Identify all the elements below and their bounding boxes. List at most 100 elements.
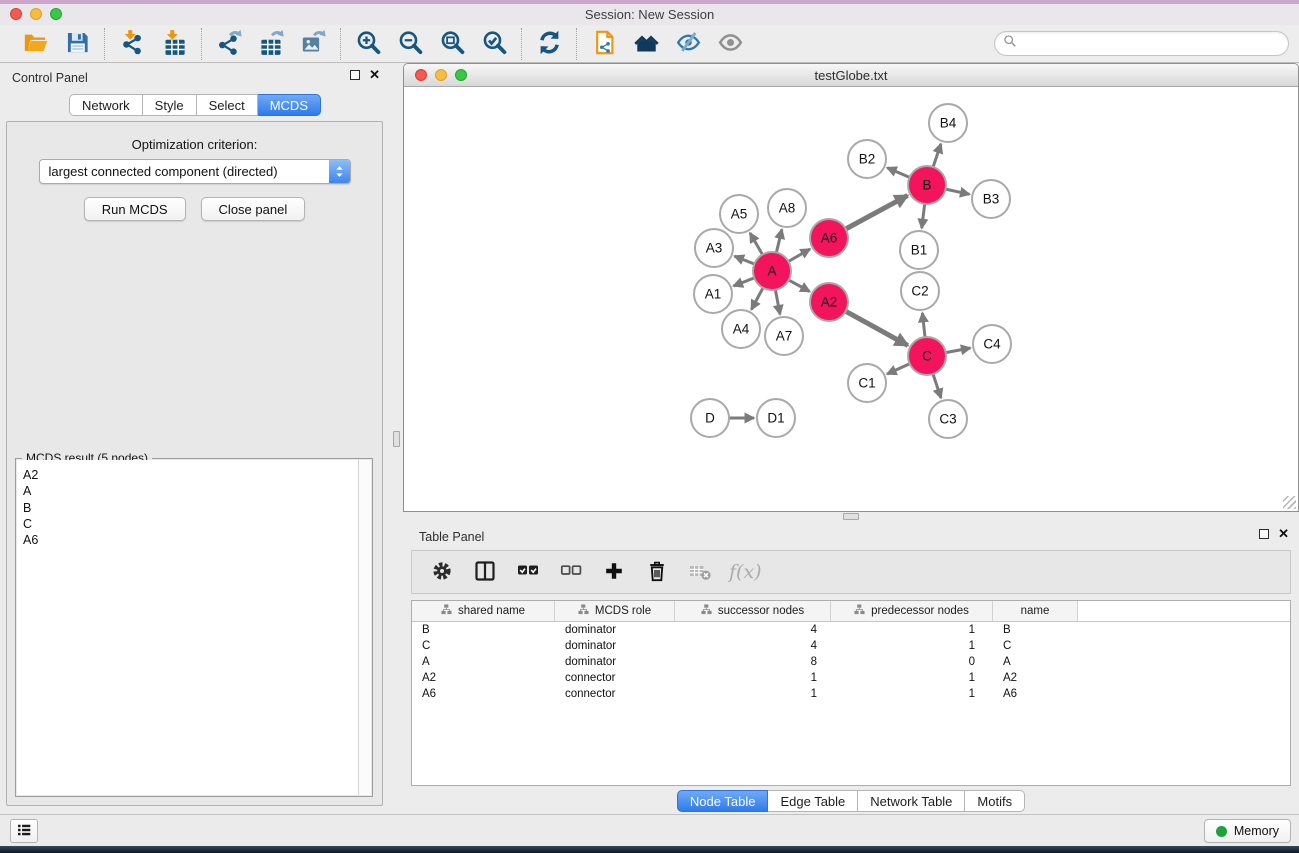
table-tab-network-table[interactable]: Network Table (858, 790, 965, 812)
zoom-in-button[interactable] (351, 27, 385, 61)
network-graph[interactable]: AA1A2A3A4A5A6A7A8BB1B2B3B4CC1C2C3C4DD1 (404, 87, 1298, 512)
delete-row-button[interactable] (643, 558, 671, 586)
vertical-split-handle[interactable] (393, 431, 400, 447)
graph-node-C3[interactable]: C3 (929, 400, 967, 438)
graph-edge-C-C3[interactable] (933, 374, 941, 398)
close-table-panel-icon[interactable]: ✕ (1278, 529, 1289, 539)
graph-node-A7[interactable]: A7 (765, 317, 803, 355)
eye-button[interactable] (713, 27, 747, 61)
table-tab-node-table[interactable]: Node Table (677, 790, 769, 812)
graph-node-B4[interactable]: B4 (929, 104, 967, 142)
graph-node-A5[interactable]: A5 (720, 195, 758, 233)
graph-edge-B-B3[interactable] (946, 189, 970, 194)
split-view-button[interactable] (471, 558, 499, 586)
float-panel-icon[interactable] (350, 70, 360, 80)
horizontal-split-divider[interactable] (403, 512, 1299, 522)
graph-edge-B-B4[interactable] (933, 144, 941, 167)
gear-button[interactable] (428, 558, 456, 586)
eye-slash-button[interactable] (671, 27, 705, 61)
tab-select[interactable]: Select (197, 94, 258, 116)
graph-edge-A-A3[interactable] (735, 256, 755, 264)
tab-network[interactable]: Network (69, 94, 143, 116)
export-network-button[interactable] (212, 27, 246, 61)
graph-node-A[interactable]: A (753, 252, 791, 290)
tab-mcds[interactable]: MCDS (258, 94, 321, 116)
column-header-predecessor-nodes[interactable]: predecessor nodes (831, 601, 993, 621)
task-history-button[interactable] (10, 819, 38, 843)
graph-node-D1[interactable]: D1 (757, 399, 795, 437)
select-all-button[interactable] (514, 558, 542, 586)
search-field[interactable] (994, 31, 1289, 56)
result-scrollbar[interactable] (358, 460, 371, 795)
network-canvas[interactable]: AA1A2A3A4A5A6A7A8BB1B2B3B4CC1C2C3C4DD1 (404, 87, 1298, 511)
graph-node-D[interactable]: D (691, 399, 729, 437)
open-session-button[interactable] (18, 27, 52, 61)
export-image-button[interactable] (296, 27, 330, 61)
search-input[interactable] (1022, 36, 1280, 51)
graph-node-A8[interactable]: A8 (768, 189, 806, 227)
mcds-result-item[interactable]: B (23, 500, 358, 516)
graph-edge-A-A8[interactable] (776, 229, 782, 252)
column-header-successor-nodes[interactable]: successor nodes (675, 601, 831, 621)
horizontal-split-handle[interactable] (843, 513, 859, 520)
deselect-all-button[interactable] (557, 558, 585, 586)
table-tab-edge-table[interactable]: Edge Table (768, 790, 858, 812)
graph-edge-A-A2[interactable] (789, 280, 810, 291)
graph-node-A4[interactable]: A4 (722, 310, 760, 348)
mcds-result-item[interactable]: C (23, 516, 358, 532)
table-row[interactable]: A2connector11A2 (412, 670, 1290, 686)
import-network-button[interactable] (115, 27, 149, 61)
close-panel-button[interactable]: Close panel (201, 197, 306, 221)
column-header-name[interactable]: name (993, 601, 1078, 621)
graph-edge-A-A6[interactable] (788, 249, 810, 262)
graph-edge-C-C1[interactable] (887, 364, 910, 374)
table-row[interactable]: Cdominator41C (412, 638, 1290, 654)
tab-style[interactable]: Style (143, 94, 197, 116)
graph-node-A2[interactable]: A2 (810, 283, 848, 321)
float-table-panel-icon[interactable] (1259, 529, 1269, 539)
optimization-criterion-select[interactable]: largest connected component (directed) (39, 159, 351, 184)
import-table-button[interactable] (157, 27, 191, 61)
zoom-out-button[interactable] (393, 27, 427, 61)
graph-edge-A-A7[interactable] (775, 290, 780, 315)
graph-node-C[interactable]: C (908, 337, 946, 375)
graph-node-B2[interactable]: B2 (848, 140, 886, 178)
graph-node-A1[interactable]: A1 (694, 275, 732, 313)
close-panel-icon[interactable]: ✕ (369, 70, 380, 80)
graph-edge-C-C4[interactable] (946, 348, 971, 353)
graph-edge-A-A5[interactable] (750, 233, 763, 255)
column-header-mcds-role[interactable]: MCDS role (555, 601, 675, 621)
graph-node-B[interactable]: B (908, 166, 946, 204)
vertical-split-divider[interactable] (390, 63, 403, 814)
run-mcds-button[interactable]: Run MCDS (84, 197, 186, 221)
graph-node-A6[interactable]: A6 (810, 219, 848, 257)
graph-node-C1[interactable]: C1 (848, 364, 886, 402)
mcds-result-item[interactable]: A2 (23, 467, 358, 483)
save-session-button[interactable] (60, 27, 94, 61)
graph-edge-A6-B[interactable] (846, 196, 908, 230)
graph-edge-B-B2[interactable] (887, 168, 909, 178)
export-table-button[interactable] (254, 27, 288, 61)
graph-edge-B-B1[interactable] (922, 204, 925, 228)
column-header-shared-name[interactable]: shared name (412, 601, 555, 621)
zoom-selected-button[interactable] (477, 27, 511, 61)
graph-node-B1[interactable]: B1 (900, 231, 938, 269)
mcds-result-item[interactable]: A (23, 483, 358, 499)
graph-node-B3[interactable]: B3 (972, 180, 1010, 218)
graph-edge-A-A1[interactable] (734, 278, 755, 286)
resize-grip-icon[interactable] (1283, 496, 1296, 509)
table-row[interactable]: A6connector11A6 (412, 686, 1290, 702)
houses-button[interactable] (629, 27, 663, 61)
graph-edge-A-A4[interactable] (751, 288, 763, 310)
graph-node-C2[interactable]: C2 (901, 272, 939, 310)
document-network-button[interactable] (587, 27, 621, 61)
mcds-result-list[interactable]: A2ABCA6 (17, 460, 358, 795)
graph-node-A3[interactable]: A3 (695, 229, 733, 267)
graph-edge-C-C2[interactable] (922, 313, 925, 337)
refresh-button[interactable] (532, 27, 566, 61)
memory-button[interactable]: Memory (1204, 819, 1291, 843)
table-row[interactable]: Bdominator41B (412, 622, 1290, 638)
graph-edge-A2-C[interactable] (846, 311, 908, 345)
zoom-fit-button[interactable] (435, 27, 469, 61)
table-tab-motifs[interactable]: Motifs (965, 790, 1025, 812)
